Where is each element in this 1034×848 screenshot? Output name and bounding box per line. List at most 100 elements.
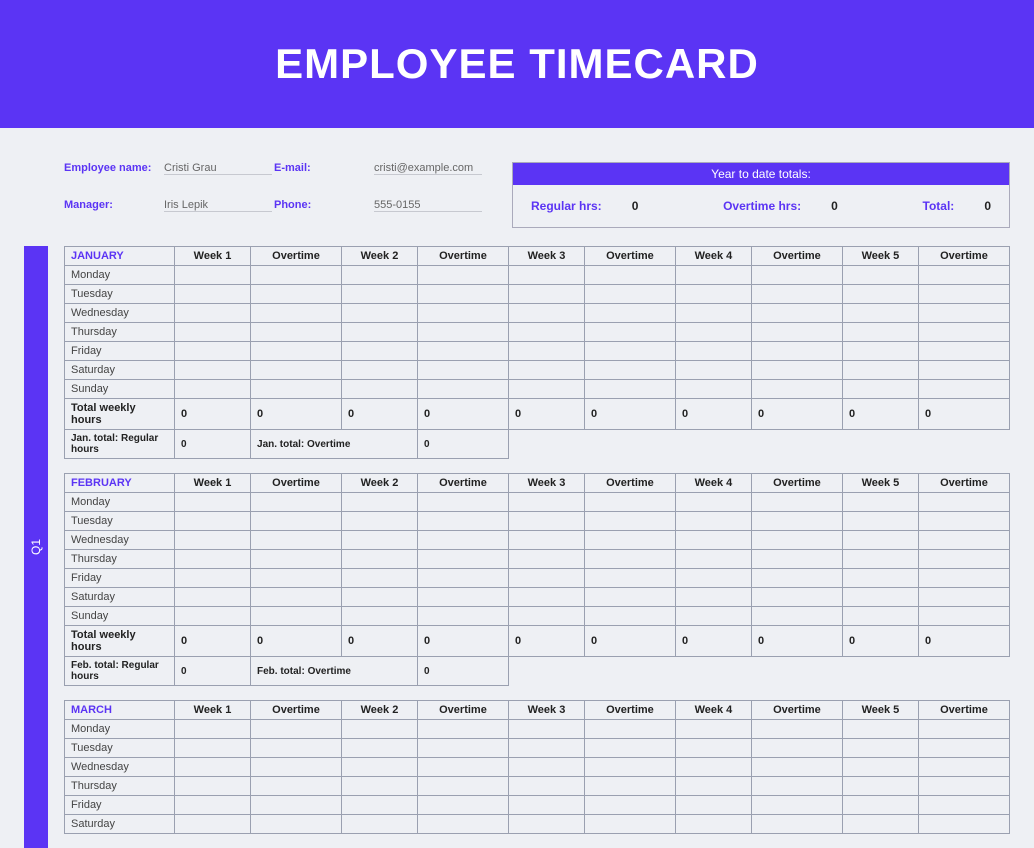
cell[interactable] xyxy=(418,342,509,361)
cell[interactable] xyxy=(675,796,751,815)
cell[interactable] xyxy=(341,323,417,342)
cell[interactable] xyxy=(341,361,417,380)
cell[interactable] xyxy=(751,512,842,531)
cell[interactable] xyxy=(508,304,584,323)
cell[interactable] xyxy=(584,531,675,550)
cell[interactable] xyxy=(918,361,1009,380)
cell[interactable] xyxy=(842,266,918,285)
cell[interactable] xyxy=(675,720,751,739)
cell[interactable] xyxy=(675,512,751,531)
employee-name-value[interactable]: Cristi Grau xyxy=(164,162,272,175)
cell[interactable] xyxy=(675,380,751,399)
cell[interactable] xyxy=(175,777,251,796)
cell[interactable] xyxy=(251,285,342,304)
cell[interactable] xyxy=(418,777,509,796)
cell[interactable] xyxy=(418,512,509,531)
cell[interactable] xyxy=(675,569,751,588)
cell[interactable] xyxy=(508,777,584,796)
cell[interactable] xyxy=(751,304,842,323)
cell[interactable] xyxy=(751,739,842,758)
cell[interactable] xyxy=(508,739,584,758)
cell[interactable] xyxy=(508,796,584,815)
cell[interactable] xyxy=(751,266,842,285)
cell[interactable] xyxy=(584,607,675,626)
cell[interactable] xyxy=(508,815,584,834)
cell[interactable] xyxy=(584,550,675,569)
cell[interactable] xyxy=(175,815,251,834)
cell[interactable] xyxy=(751,550,842,569)
cell[interactable] xyxy=(751,569,842,588)
cell[interactable] xyxy=(508,266,584,285)
cell[interactable] xyxy=(675,739,751,758)
cell[interactable] xyxy=(251,777,342,796)
cell[interactable] xyxy=(251,380,342,399)
cell[interactable] xyxy=(751,493,842,512)
cell[interactable] xyxy=(842,588,918,607)
cell[interactable] xyxy=(341,285,417,304)
cell[interactable] xyxy=(918,777,1009,796)
cell[interactable] xyxy=(251,588,342,607)
cell[interactable] xyxy=(751,796,842,815)
cell[interactable] xyxy=(675,342,751,361)
cell[interactable] xyxy=(175,739,251,758)
cell[interactable] xyxy=(175,796,251,815)
cell[interactable] xyxy=(584,815,675,834)
cell[interactable] xyxy=(584,266,675,285)
cell[interactable] xyxy=(842,815,918,834)
cell[interactable] xyxy=(842,285,918,304)
cell[interactable] xyxy=(175,304,251,323)
cell[interactable] xyxy=(508,285,584,304)
cell[interactable] xyxy=(751,720,842,739)
cell[interactable] xyxy=(508,588,584,607)
cell[interactable] xyxy=(508,569,584,588)
cell[interactable] xyxy=(918,380,1009,399)
cell[interactable] xyxy=(418,720,509,739)
cell[interactable] xyxy=(251,796,342,815)
cell[interactable] xyxy=(842,758,918,777)
cell[interactable] xyxy=(842,777,918,796)
cell[interactable] xyxy=(675,531,751,550)
cell[interactable] xyxy=(508,550,584,569)
cell[interactable] xyxy=(418,304,509,323)
cell[interactable] xyxy=(418,739,509,758)
cell[interactable] xyxy=(918,266,1009,285)
cell[interactable] xyxy=(675,266,751,285)
cell[interactable] xyxy=(418,493,509,512)
cell[interactable] xyxy=(584,739,675,758)
cell[interactable] xyxy=(508,380,584,399)
cell[interactable] xyxy=(251,720,342,739)
cell[interactable] xyxy=(341,550,417,569)
cell[interactable] xyxy=(918,550,1009,569)
cell[interactable] xyxy=(418,550,509,569)
cell[interactable] xyxy=(251,342,342,361)
cell[interactable] xyxy=(251,304,342,323)
cell[interactable] xyxy=(251,531,342,550)
cell[interactable] xyxy=(508,323,584,342)
cell[interactable] xyxy=(918,342,1009,361)
cell[interactable] xyxy=(341,815,417,834)
cell[interactable] xyxy=(675,607,751,626)
cell[interactable] xyxy=(751,815,842,834)
cell[interactable] xyxy=(584,588,675,607)
cell[interactable] xyxy=(675,588,751,607)
cell[interactable] xyxy=(918,304,1009,323)
cell[interactable] xyxy=(584,569,675,588)
cell[interactable] xyxy=(508,758,584,777)
cell[interactable] xyxy=(842,361,918,380)
cell[interactable] xyxy=(842,512,918,531)
cell[interactable] xyxy=(675,304,751,323)
cell[interactable] xyxy=(842,493,918,512)
cell[interactable] xyxy=(341,266,417,285)
cell[interactable] xyxy=(918,531,1009,550)
cell[interactable] xyxy=(584,493,675,512)
cell[interactable] xyxy=(341,304,417,323)
cell[interactable] xyxy=(175,720,251,739)
cell[interactable] xyxy=(918,739,1009,758)
cell[interactable] xyxy=(341,531,417,550)
cell[interactable] xyxy=(175,758,251,777)
cell[interactable] xyxy=(842,323,918,342)
cell[interactable] xyxy=(508,342,584,361)
cell[interactable] xyxy=(341,512,417,531)
cell[interactable] xyxy=(918,720,1009,739)
cell[interactable] xyxy=(418,796,509,815)
